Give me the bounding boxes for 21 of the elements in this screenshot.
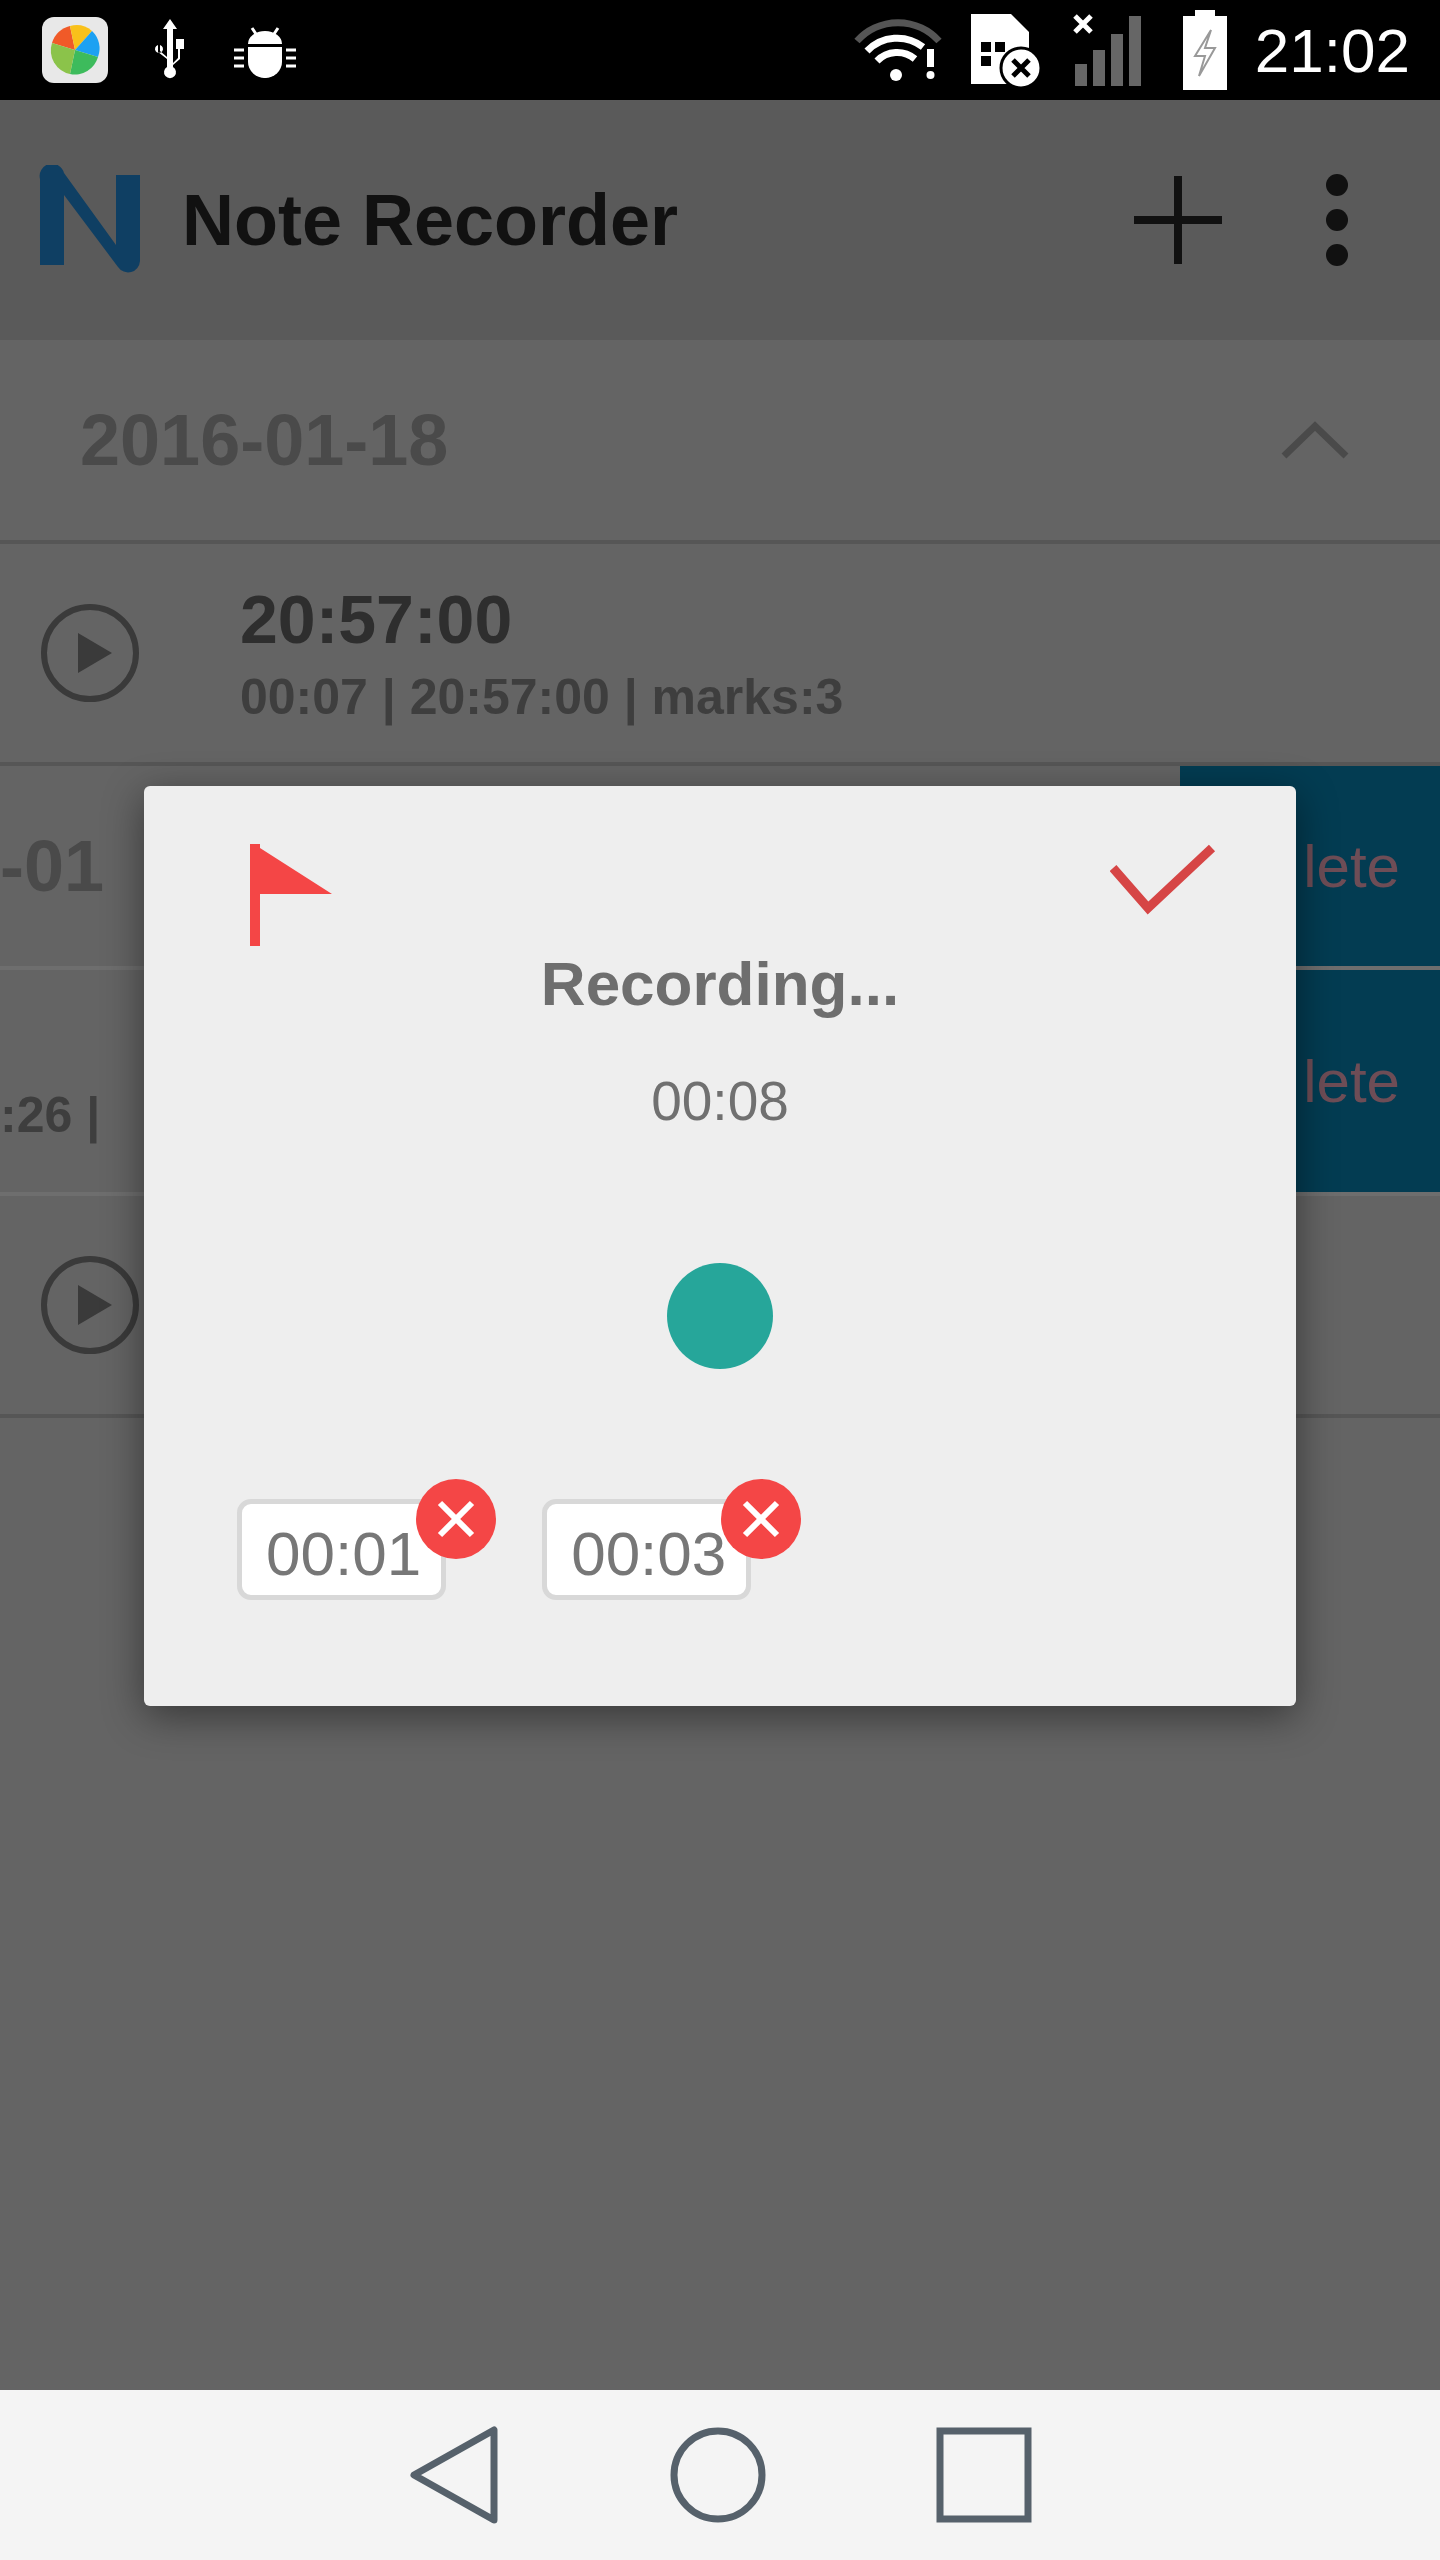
flag-icon[interactable] [250, 844, 334, 946]
elapsed-time: 00:08 [651, 1069, 789, 1133]
play-icon[interactable] [40, 1255, 140, 1355]
recent-apps-icon[interactable] [936, 2427, 1032, 2523]
wifi-icon [852, 17, 943, 83]
home-icon[interactable] [670, 2427, 766, 2523]
logo-icon [38, 165, 142, 275]
delete-label: lete [1303, 831, 1400, 901]
checkmark-icon[interactable] [1110, 844, 1216, 916]
mark-chip[interactable]: 00:03 [542, 1499, 752, 1600]
add-icon[interactable] [1132, 174, 1224, 266]
app-title: Note Recorder [182, 179, 679, 261]
clock-time: 21:02 [1254, 14, 1410, 86]
mark-chip[interactable]: 00:01 [237, 1499, 447, 1600]
more-menu-icon[interactable] [1324, 173, 1350, 267]
back-icon[interactable] [408, 2425, 500, 2525]
play-icon[interactable] [40, 603, 140, 703]
dialog-title: Recording... [540, 948, 900, 1019]
delete-label: lete [1303, 1046, 1400, 1116]
battery-icon [1180, 10, 1229, 90]
app-icon [40, 15, 110, 85]
